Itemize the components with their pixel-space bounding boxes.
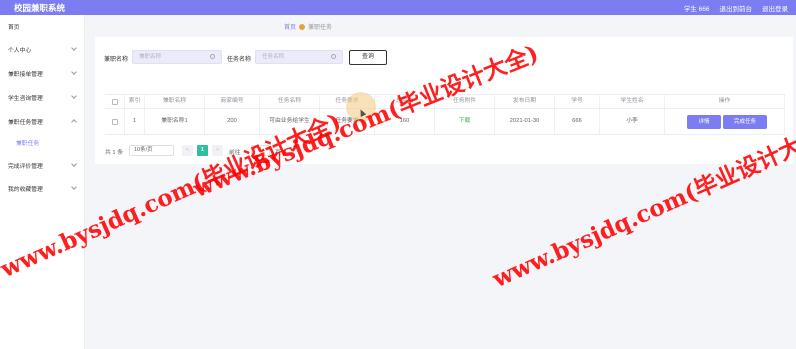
cell-student-id: 666 <box>555 109 600 134</box>
search-label-job-name: 兼职名称 <box>104 57 129 63</box>
chevron-down-icon <box>71 161 77 167</box>
sidebar-item-home[interactable]: 首页 <box>0 19 85 33</box>
search-label-task-name: 任务名称 <box>227 57 252 63</box>
query-button[interactable]: 查询 <box>349 50 387 65</box>
sidebar-item-label: 个人中心 <box>8 47 32 54</box>
header-index: 索引 <box>125 95 145 108</box>
sidebar-item-label: 首页 <box>8 24 20 31</box>
header-publish-date: 发布日期 <box>495 95 555 108</box>
cell-index: 1 <box>125 109 145 134</box>
sidebar-item-personal-center[interactable]: 个人中心 <box>0 42 85 56</box>
job-name-search-input[interactable]: 兼职名称 <box>132 50 222 64</box>
sidebar-item-order-management[interactable]: 兼职接单管理 <box>0 66 85 80</box>
task-name-search-input[interactable]: 任务名称 <box>255 50 343 64</box>
breadcrumb: 首页 兼职任务 <box>284 22 332 31</box>
sidebar-item-label: 完成评价管理 <box>8 163 43 170</box>
back-to-front-link[interactable]: 退出到前台 <box>720 3 753 13</box>
search-icon <box>210 54 215 59</box>
placeholder-text: 兼职名称 <box>139 54 162 60</box>
page-number-1[interactable]: 1 <box>197 145 208 156</box>
search-icon <box>331 54 336 59</box>
header-actions: 操作 <box>665 95 785 108</box>
cell-attachment: 下载 <box>435 109 495 134</box>
page-size-select[interactable]: 10条/页 <box>129 145 174 156</box>
header-student-name: 学生姓名 <box>600 95 665 108</box>
top-bar: 校园兼职系统 学生 666 退出到前台 退出登录 <box>0 0 796 15</box>
sidebar-item-label: 兼职任务管理 <box>8 119 43 126</box>
sidebar-item-task[interactable]: 兼职任务 <box>0 135 85 149</box>
cell-merchant-id: 200 <box>205 109 260 134</box>
sidebar-item-consult-management[interactable]: 学生咨询管理 <box>0 90 85 104</box>
prev-page-button[interactable]: < <box>182 145 193 156</box>
chevron-up-icon <box>71 119 77 125</box>
cell-actions: 详情 完成任务 <box>665 109 785 134</box>
header-task-name: 任务名称 <box>260 95 320 108</box>
row-checkbox[interactable] <box>111 118 118 125</box>
detail-button[interactable]: 详情 <box>687 115 721 129</box>
header-job-name: 兼职名称 <box>145 95 205 108</box>
sidebar-item-label: 学生咨询管理 <box>8 95 43 102</box>
sidebar-item-task-management[interactable]: 兼职任务管理 <box>0 114 85 128</box>
select-all-checkbox[interactable] <box>111 98 118 105</box>
chevron-down-icon <box>71 184 77 190</box>
complete-task-button[interactable]: 完成任务 <box>723 115 767 129</box>
app-title: 校园兼职系统 <box>14 3 66 13</box>
sidebar-item-label: 兼职接单管理 <box>8 71 43 78</box>
current-user: 学生 666 <box>683 6 710 13</box>
sidebar-item-favorites-management[interactable]: 我的收藏管理 <box>0 181 85 195</box>
separator-icon <box>299 23 306 30</box>
pagination-total: 共 1 条 <box>105 150 124 156</box>
sidebar-item-label: 我的收藏管理 <box>8 186 43 193</box>
chevron-down-icon <box>71 45 77 51</box>
header-merchant-id: 商家编号 <box>205 95 260 108</box>
chevron-down-icon <box>71 69 77 75</box>
chevron-down-icon <box>71 93 77 99</box>
table-row: 1 兼职名称1 200 可由业务给学生 任务要求 160 下载 2021-01-… <box>105 109 785 135</box>
breadcrumb-current: 兼职任务 <box>308 25 333 31</box>
cell-job-name: 兼职名称1 <box>145 109 205 134</box>
sidebar: 首页 个人中心 兼职接单管理 学生咨询管理 兼职任务管理 兼职任务 完成评价管理… <box>0 15 85 349</box>
placeholder-text: 任务名称 <box>262 54 285 60</box>
row-select-cell <box>105 109 125 134</box>
top-right-menu: 学生 666 退出到前台 退出登录 <box>684 3 788 13</box>
select-all-cell <box>105 95 125 108</box>
cell-student-name: 小李 <box>600 109 665 134</box>
download-link[interactable]: 下载 <box>459 118 471 125</box>
sidebar-item-label: 兼职任务 <box>16 140 40 147</box>
cell-publish-date: 2021-01-30 <box>495 109 555 134</box>
breadcrumb-home[interactable]: 首页 <box>284 22 296 31</box>
sidebar-item-review-management[interactable]: 完成评价管理 <box>0 158 85 172</box>
header-student-id: 学号 <box>555 95 600 108</box>
logout-link[interactable]: 退出登录 <box>762 3 788 13</box>
